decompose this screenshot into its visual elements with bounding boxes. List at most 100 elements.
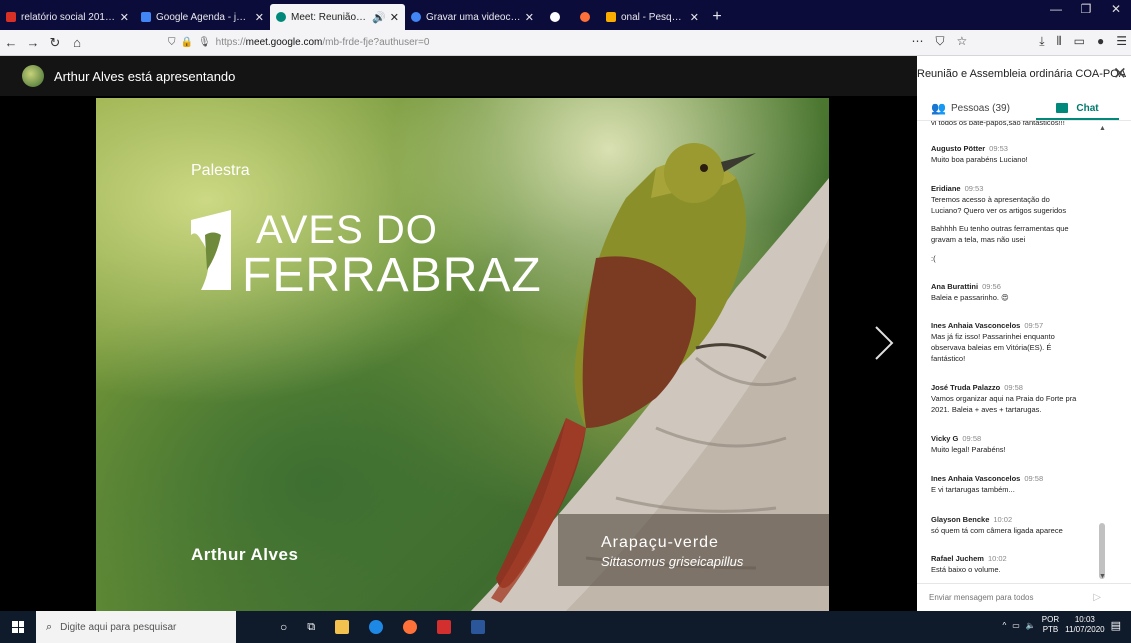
- taskbar-search[interactable]: ⌕ Digite aqui para pesquisar: [36, 611, 236, 643]
- firefox-icon[interactable]: [403, 620, 418, 634]
- chat-scrollbar[interactable]: [1099, 523, 1105, 579]
- scroll-down-icon[interactable]: ▼: [1099, 573, 1106, 580]
- chat-icon: [1056, 103, 1069, 113]
- browser-toolbar: ← → ↻ ⌂ ⛉ 🔒 🎙 https://meet.google.com/mb…: [0, 30, 1131, 56]
- new-tab-button[interactable]: +: [705, 4, 729, 30]
- cortana-icon[interactable]: ○: [280, 620, 287, 634]
- chat-message: Glayson Bencke 10:02 só quem tá com câmer…: [931, 514, 1103, 536]
- skype-icon[interactable]: [369, 620, 384, 634]
- bookmark-star-icon[interactable]: ☆: [957, 34, 968, 49]
- aves-logo: [191, 210, 231, 290]
- lang-label: POR: [1041, 615, 1060, 624]
- pocket-icon[interactable]: ⛉: [936, 34, 945, 49]
- chat-message: :(: [931, 253, 1103, 264]
- lang-label-2: PTB: [1042, 625, 1059, 634]
- google-icon: [411, 12, 421, 22]
- message-author: José Truda Palazzo: [931, 383, 1001, 392]
- chat-message: Eridiane 09:53 Teremos acesso à apresenta…: [931, 183, 1103, 216]
- home-icon[interactable]: ⌂: [66, 35, 88, 50]
- menu-icon[interactable]: ☰: [1116, 34, 1127, 49]
- message-text: Luciano? Quero ver os artigos sugeridos: [931, 206, 1067, 215]
- side-panel: Reunião e Assembleia ordinária COA-POA ✕…: [917, 56, 1131, 611]
- message-time: 09:53: [989, 144, 1008, 153]
- library-icon[interactable]: ⫴: [1057, 34, 1062, 49]
- start-button[interactable]: [0, 611, 36, 643]
- page-actions-icon[interactable]: ⋯: [912, 34, 924, 49]
- chat-message-partial: vi todos os bate-papos,são fantásticos!!…: [931, 120, 1103, 128]
- task-view-icon[interactable]: ⧉: [307, 621, 315, 634]
- chevron-up-icon[interactable]: ^: [1003, 621, 1007, 630]
- tab-agenda[interactable]: Google Agenda - julho de 2020 ✕: [135, 4, 270, 30]
- network-icon[interactable]: ▭: [1012, 621, 1020, 630]
- word-icon[interactable]: [471, 620, 486, 634]
- chat-message: Bahhhh Eu tenho outras ferramentas que g…: [931, 223, 1103, 245]
- restore-icon[interactable]: ❐: [1071, 2, 1101, 16]
- next-slide-chevron-icon[interactable]: [872, 323, 896, 363]
- close-icon[interactable]: ✕: [525, 11, 534, 24]
- close-icon[interactable]: ✕: [255, 11, 264, 24]
- chat-message: Ines Anhaia Vasconcelos 09:57 Mas já fiz …: [931, 320, 1103, 364]
- message-text: vi todos os bate-papos,são fantásticos!!…: [931, 120, 1065, 127]
- tab-pesquisa[interactable]: onal - Pesquisa Goo ✕: [600, 4, 705, 30]
- acrobat-icon[interactable]: [437, 620, 452, 634]
- back-icon[interactable]: ←: [0, 35, 22, 50]
- presentation-slide: Palestra AVES DO FERRABRAZ Arthur Alves …: [96, 98, 829, 611]
- bird-common-name: Arapaçu-verde: [601, 534, 719, 551]
- tab-gravar[interactable]: Gravar uma videochamada - Aj ✕: [405, 4, 540, 30]
- tab-chat[interactable]: Chat: [1024, 96, 1131, 120]
- message-text: Teremos acesso à apresentação do: [931, 195, 1050, 204]
- tab-firefox[interactable]: [570, 4, 600, 30]
- chat-message: José Truda Palazzo 09:58 Vamos organizar …: [931, 382, 1103, 415]
- send-icon[interactable]: ▷: [1093, 592, 1101, 603]
- message-author: Vicky G: [931, 434, 959, 443]
- presenter-bar: Arthur Alves está apresentando: [0, 56, 917, 96]
- message-text: Bahhhh Eu tenho outras ferramentas que: [931, 224, 1069, 233]
- close-icon[interactable]: ✕: [390, 11, 399, 24]
- message-time: 10:02: [987, 554, 1007, 563]
- browser-tab-strip: relatório social 2019 - mdcosta ✕ Google…: [0, 0, 1131, 30]
- file-explorer-icon[interactable]: [335, 620, 350, 634]
- close-icon[interactable]: ✕: [690, 11, 699, 24]
- account-icon[interactable]: ●: [1097, 34, 1104, 49]
- close-window-icon[interactable]: ✕: [1101, 2, 1131, 16]
- url-prefix: https://: [215, 37, 246, 48]
- language-indicator[interactable]: POR PTB: [1042, 615, 1059, 635]
- message-author: Eridiane: [931, 184, 961, 193]
- download-icon[interactable]: ⤓: [1039, 34, 1044, 49]
- gmail-icon: [6, 12, 16, 22]
- reload-icon[interactable]: ↻: [44, 35, 66, 51]
- close-icon[interactable]: ✕: [120, 11, 129, 24]
- minimize-icon[interactable]: —: [1041, 2, 1071, 16]
- scroll-up-icon[interactable]: ▲: [1099, 125, 1106, 132]
- chat-message: Ana Burattini 09:56 Baleia e passarinho. …: [931, 281, 1103, 303]
- forward-icon[interactable]: →: [22, 35, 44, 50]
- clock[interactable]: 10:03 11/07/2020: [1065, 615, 1104, 635]
- chat-messages[interactable]: vi todos os bate-papos,são fantásticos!!…: [917, 120, 1131, 583]
- message-text: Vamos organizar aqui na Praia do Forte p…: [931, 394, 1077, 403]
- slide-author: Arthur Alves: [191, 545, 299, 564]
- volume-icon[interactable]: 🔈: [1026, 621, 1036, 630]
- sidebar-icon[interactable]: ▭: [1074, 34, 1085, 49]
- tab-google[interactable]: [540, 4, 570, 30]
- url-domain: meet.google.com: [245, 37, 323, 48]
- close-icon[interactable]: ✕: [1113, 64, 1127, 84]
- message-text: Está baixo o volume.: [931, 565, 1001, 574]
- message-text: fantástico!: [931, 354, 966, 363]
- tab-label: Meet: Reunião e Assembleia: [291, 11, 368, 23]
- tab-relatorio[interactable]: relatório social 2019 - mdcosta ✕: [0, 4, 135, 30]
- message-author: Rafael Juchem: [931, 554, 984, 563]
- panel-header: Reunião e Assembleia ordinária COA-POA: [917, 56, 1131, 96]
- speaker-icon[interactable]: 🔊: [372, 11, 386, 24]
- message-text: só quem tá com câmera ligada aparece: [931, 526, 1063, 535]
- message-text: gravam a tela, mas não usei: [931, 235, 1026, 244]
- url-path: /mb-frde-fje?authuser=0: [322, 37, 430, 48]
- calendar-icon: [141, 12, 151, 22]
- tab-chat-label: Chat: [1076, 102, 1099, 114]
- tab-meet[interactable]: Meet: Reunião e Assembleia 🔊 ✕: [270, 4, 405, 30]
- slide-title-line2: FERRABRAZ: [242, 249, 542, 302]
- windows-taskbar: ⌕ Digite aqui para pesquisar ○ ⧉ ^ ▭ 🔈 P…: [0, 611, 1131, 643]
- notifications-icon[interactable]: ▤: [1111, 619, 1121, 632]
- chat-message-input[interactable]: [929, 593, 1079, 602]
- tab-people[interactable]: 👥 Pessoas (39): [917, 96, 1024, 120]
- url-bar[interactable]: ⛉ 🔒 🎙 https://meet.google.com/mb-frde-fj…: [168, 33, 429, 53]
